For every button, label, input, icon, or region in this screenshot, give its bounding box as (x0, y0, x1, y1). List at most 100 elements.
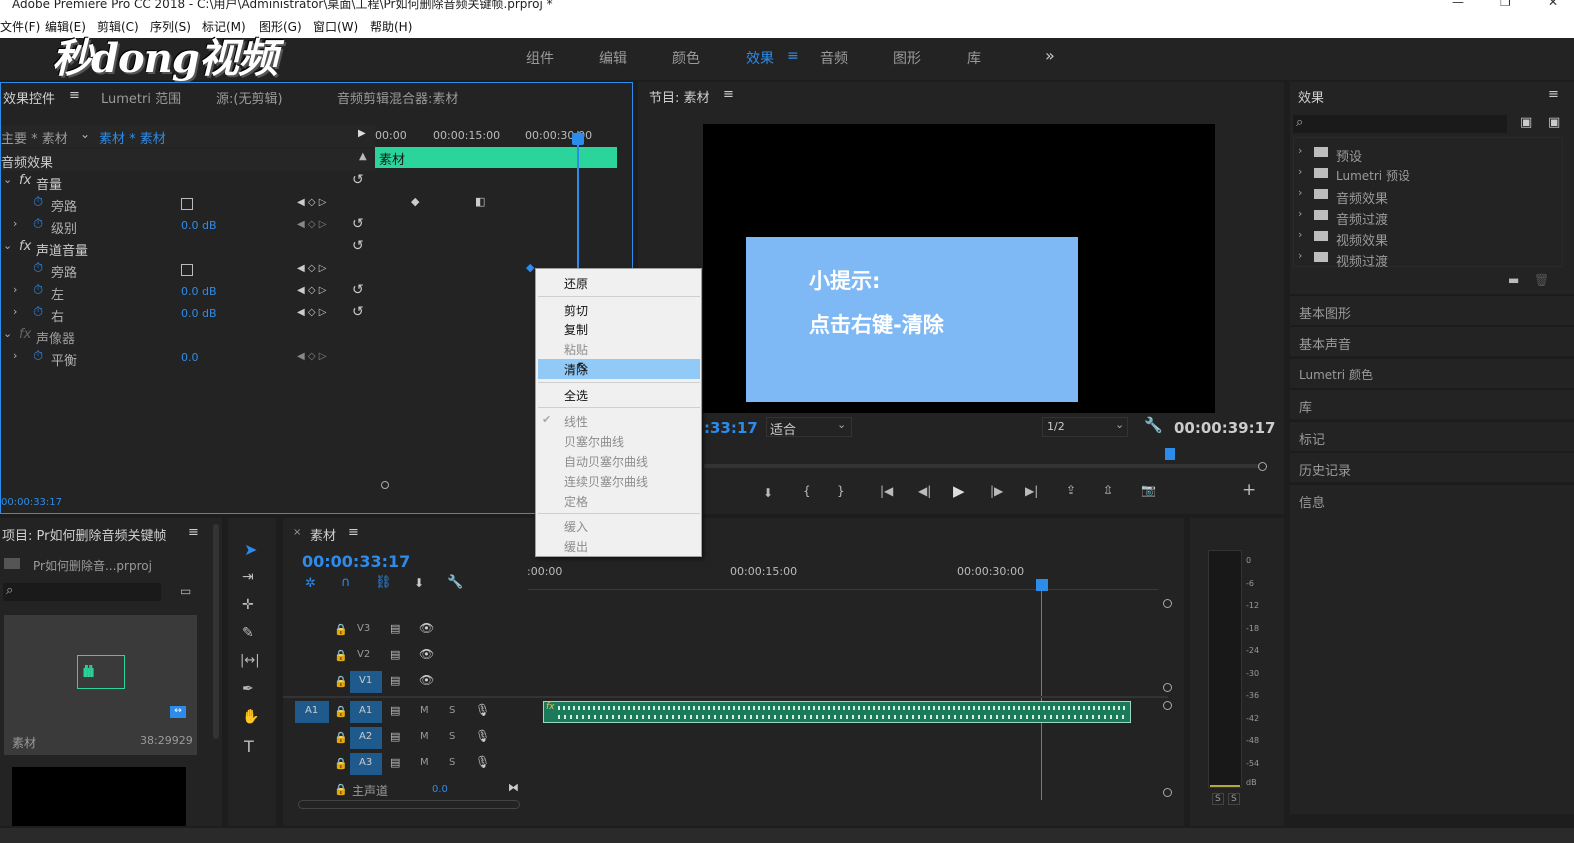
panel-essential-graphics[interactable]: 基本图形 (1290, 295, 1574, 325)
project-title[interactable]: 项目: Pr如何删除音频关键帧 (2, 525, 166, 544)
close-icon[interactable]: ✕ (1548, 0, 1558, 8)
microphone-icon[interactable]: 🎙 (475, 703, 490, 717)
menu-item-paste[interactable]: 粘贴 (564, 341, 588, 358)
tree-item-lumetri-presets[interactable]: › Lumetri 预设 (1294, 165, 1564, 185)
lock-icon[interactable]: 🔒 (334, 675, 348, 688)
solo-button[interactable]: S (449, 705, 455, 716)
keyframe-diamond-selected[interactable]: ◆ (526, 261, 534, 274)
workspace-color[interactable]: 颜色 (672, 48, 700, 68)
track-label[interactable]: V3 (357, 623, 370, 634)
track-label[interactable]: V2 (357, 649, 370, 660)
reset-icon[interactable]: ↺ (352, 216, 364, 232)
lift-icon[interactable]: ⇪ (1066, 483, 1076, 497)
param-value[interactable]: 0.0 dB (181, 285, 217, 298)
linked-selection-icon[interactable]: ⛓ (375, 575, 392, 590)
panel-menu-icon[interactable]: ≡ (348, 525, 359, 540)
keyframe-nav-icon[interactable]: ◀ ◇ ▷ (297, 285, 326, 296)
menu-item-cut[interactable]: 剪切 (564, 302, 588, 319)
panel-history[interactable]: 历史记录 (1290, 452, 1574, 482)
pen-tool-icon[interactable]: ✒ (242, 681, 254, 697)
bypass-checkbox[interactable] (181, 264, 193, 276)
clip-thumbnail-2[interactable] (12, 767, 186, 826)
stopwatch-icon[interactable]: ⏱ (33, 349, 43, 364)
ripple-edit-tool-icon[interactable]: ✛ (242, 597, 254, 613)
menu-item-ease-out[interactable]: 缓出 (564, 538, 588, 555)
razor-tool-icon[interactable]: ✎ (242, 625, 254, 641)
param-value[interactable]: 0.0 (181, 351, 199, 364)
chevron-down-icon[interactable]: ⌄ (3, 327, 12, 340)
fx-badge-icon[interactable]: fx (19, 239, 31, 254)
timeline-timecode[interactable]: 00:00:33:17 (302, 552, 410, 571)
program-scrub-bar[interactable] (704, 464, 1260, 468)
menu-item-select-all[interactable]: 全选 (564, 387, 588, 404)
param-value[interactable]: 0.0 dB (181, 219, 217, 232)
lock-icon[interactable]: 🔒 (334, 623, 348, 636)
add-marker-icon[interactable]: ⬇ (763, 486, 773, 500)
mute-button[interactable]: M (420, 705, 429, 716)
timeline-tab[interactable]: 素材 (310, 525, 336, 544)
sync-lock-icon[interactable]: ▤ (390, 730, 400, 743)
clip-selector[interactable]: 素材 * 素材 (99, 128, 166, 147)
new-bin-icon[interactable]: ▭ (180, 584, 191, 598)
project-search-input[interactable]: ⌕ (3, 583, 161, 601)
reset-icon[interactable]: ↺ (352, 238, 364, 254)
solo-right-button[interactable]: S (1228, 793, 1240, 805)
sync-lock-icon[interactable]: ▤ (390, 648, 400, 661)
workspace-menu-icon[interactable]: ≡ (787, 48, 799, 64)
workspace-graphics[interactable]: 图形 (893, 48, 921, 68)
chevron-right-icon[interactable]: › (13, 305, 17, 318)
nest-toggle-icon[interactable]: ✲ (305, 576, 316, 591)
tree-item-video-transitions[interactable]: › 视频过渡 (1294, 249, 1564, 270)
sync-lock-icon[interactable]: ▤ (390, 704, 400, 717)
fx-badge-icon[interactable]: fx (546, 702, 555, 712)
clip-bar[interactable]: 素材 (375, 147, 617, 168)
workspace-assembly[interactable]: 组件 (526, 48, 554, 68)
wrench-icon[interactable]: 🔧 (1144, 416, 1163, 434)
chevron-down-icon[interactable]: ⌄ (3, 173, 12, 186)
menu-item-auto-bezier[interactable]: 自动贝塞尔曲线 (564, 453, 648, 470)
program-video-frame[interactable]: 小提示: 点击右键-清除 (703, 124, 1215, 413)
maximize-icon[interactable]: ❐ (1500, 0, 1511, 8)
chevron-down-icon[interactable]: ⌄ (80, 127, 90, 141)
effect-row-channel-volume[interactable]: ⌄ fx 声道音量 ↺ (1, 237, 375, 259)
scroll-handle[interactable] (1163, 683, 1172, 692)
keyframe-nav-icon[interactable]: ◀ ◇ ▷ (297, 307, 326, 318)
eye-icon[interactable]: 👁 (419, 647, 434, 661)
zoom-handle[interactable] (1258, 462, 1267, 471)
workspace-audio[interactable]: 音频 (820, 48, 848, 68)
sync-lock-icon[interactable]: ▤ (390, 622, 400, 635)
menu-item-undo[interactable]: 还原 (564, 275, 588, 292)
eye-icon[interactable]: 👁 (419, 621, 434, 635)
step-back-icon[interactable]: ◀| (918, 484, 931, 498)
effects-search-input[interactable]: ⌕ (1293, 115, 1507, 133)
panel-menu-icon[interactable]: ≡ (723, 87, 734, 102)
mark-out-icon[interactable]: } (837, 484, 845, 498)
play-icon[interactable]: ▶ (953, 482, 965, 500)
accelerated-effects-icon[interactable]: ▣ (1520, 115, 1532, 130)
type-tool-icon[interactable]: T (244, 737, 254, 756)
tree-item-audio-transitions[interactable]: › 音频过渡 (1294, 207, 1564, 228)
effects-panel-title[interactable]: 效果 (1298, 87, 1324, 106)
scroll-handle[interactable] (1163, 599, 1172, 608)
32bit-effects-icon[interactable]: ▣ (1548, 115, 1560, 130)
stopwatch-icon[interactable]: ⏱ (33, 261, 43, 276)
solo-left-button[interactable]: S (1212, 793, 1224, 805)
keyframe-nav-icon[interactable]: ◀ ◇ ▷ (297, 197, 326, 208)
chevron-down-icon[interactable]: ⌄ (3, 239, 12, 252)
tree-item-video-effects[interactable]: › 视频效果 (1294, 228, 1564, 249)
keyframe-diamond[interactable]: ◆ (411, 195, 419, 208)
add-marker-icon[interactable]: ⬇ (414, 576, 424, 590)
bypass-checkbox[interactable] (181, 198, 193, 210)
stopwatch-icon[interactable]: ⏱ (33, 305, 43, 320)
keyframe-diamond[interactable]: ◧ (475, 195, 485, 208)
chevron-right-icon[interactable]: › (13, 283, 17, 296)
timeline-playhead-handle[interactable] (1036, 579, 1048, 591)
panel-essential-sound[interactable]: 基本声音 (1290, 326, 1574, 356)
export-frame-icon[interactable]: 📷 (1141, 483, 1156, 497)
new-folder-icon[interactable]: ▬ (1508, 273, 1519, 287)
reset-icon[interactable]: ↺ (352, 282, 364, 298)
tab-source[interactable]: 源:(无剪辑) (216, 88, 283, 107)
program-monitor-title[interactable]: 节目: 素材 (649, 87, 710, 106)
workspace-library[interactable]: 库 (967, 48, 981, 68)
lock-icon[interactable]: 🔒 (334, 731, 348, 744)
